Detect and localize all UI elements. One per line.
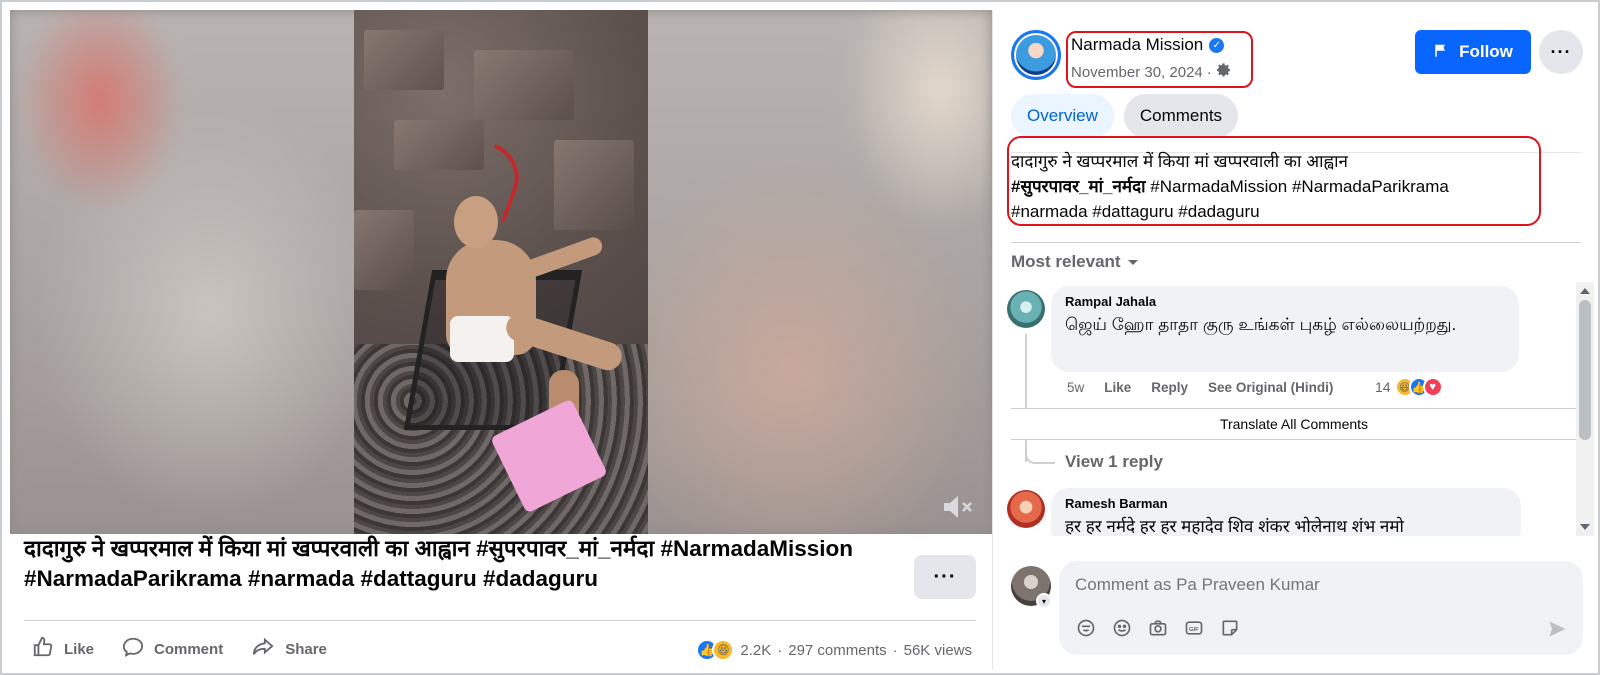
follow-button[interactable]: Follow [1415, 30, 1531, 74]
thread-line [1025, 334, 1027, 462]
post-viewer-frame: दादागुरु ने खप्परमाल में किया मां खप्परव… [0, 0, 1600, 675]
comment-sort-dropdown[interactable]: Most relevant [1011, 252, 1139, 272]
divider [1011, 242, 1581, 243]
like-label: Like [64, 640, 95, 658]
like-icon [32, 636, 54, 662]
sort-label: Most relevant [1011, 252, 1121, 271]
comment-count[interactable]: 297 comments [788, 642, 886, 659]
avatar-sticker-icon[interactable] [1075, 617, 1097, 639]
send-icon[interactable] [1547, 619, 1567, 644]
highlight-box-description [1007, 136, 1541, 226]
separator-dot: · [892, 641, 898, 659]
avatar[interactable] [1007, 490, 1045, 528]
post-stats: 👍 😆 2.2K · 297 comments · 56K views [696, 639, 972, 661]
tab-bar: Overview Comments [1011, 94, 1239, 138]
comment-button[interactable]: Comment [122, 636, 223, 662]
follow-label: Follow [1459, 42, 1513, 61]
page-name-text: Narmada Mission [1071, 35, 1204, 54]
post-sidebar: Narmada Mission ✓ November 30, 2024 · Fo… [992, 10, 1594, 670]
scroll-thumb[interactable] [1579, 300, 1591, 440]
composer-toolbar: GIF [1075, 617, 1241, 639]
post-date-text[interactable]: November 30, 2024 [1071, 64, 1203, 81]
comment-reply-button[interactable]: Reply [1151, 380, 1188, 395]
tab-comments[interactable]: Comments [1123, 94, 1239, 138]
separator-dot: · [777, 641, 783, 659]
share-button[interactable]: Share [251, 636, 327, 662]
camera-icon[interactable] [1147, 617, 1169, 639]
haha-reaction-icon: 😆 [712, 639, 735, 661]
scroll-up-icon[interactable] [1580, 288, 1590, 294]
comments-list[interactable]: Rampal Jahala ஜெய் ஹோ தாதா குரு உங்கள் ப… [993, 282, 1595, 536]
chevron-down-icon[interactable]: ▾ [1036, 593, 1052, 609]
comment-time[interactable]: 5w [1067, 380, 1084, 395]
page-avatar[interactable] [1011, 30, 1061, 80]
share-label: Share [285, 640, 327, 658]
commenter-name[interactable]: Rampal Jahala [1065, 294, 1505, 309]
page-name[interactable]: Narmada Mission ✓ [1071, 35, 1225, 55]
reaction-icons[interactable]: 👍 😆 [696, 639, 735, 661]
comment-text: ஜெய் ஹோ தாதா குரு உங்கள் புகழ் எல்லையற்ற… [1065, 315, 1457, 334]
comment-like-button[interactable]: Like [1104, 380, 1131, 395]
comment-reaction-count: 14 [1375, 379, 1391, 395]
video-frame [354, 10, 648, 534]
avatar[interactable] [1007, 290, 1045, 328]
comment-composer: GIF [1059, 561, 1583, 655]
comment-reactions[interactable]: 14 😆 👍 ♥ [1375, 377, 1443, 397]
mute-icon[interactable] [940, 492, 974, 522]
love-reaction-icon: ♥ [1422, 377, 1443, 397]
gif-icon[interactable]: GIF [1183, 617, 1205, 639]
video-player[interactable] [10, 10, 992, 534]
post-date: November 30, 2024 · [1071, 62, 1232, 82]
comments-scrollbar[interactable] [1576, 282, 1594, 536]
sticker-icon[interactable] [1219, 617, 1241, 639]
post-more-button[interactable]: ··· [914, 555, 976, 599]
caret-down-icon [1127, 252, 1139, 272]
comment-icon [122, 636, 144, 662]
translate-all-comments-button[interactable]: Translate All Comments [1011, 408, 1577, 440]
divider [24, 620, 976, 621]
comment-bubble: Ramesh Barman हर हर नर्मदे हर हर महादेव … [1051, 488, 1521, 536]
commenter-name[interactable]: Ramesh Barman [1065, 496, 1507, 511]
verified-badge-icon: ✓ [1209, 37, 1225, 53]
reaction-icons: 😆 👍 ♥ [1394, 377, 1443, 397]
view-replies-link[interactable]: View 1 reply [1065, 452, 1163, 472]
tab-overview[interactable]: Overview [1011, 94, 1114, 138]
see-original-link[interactable]: See Original (Hindi) [1208, 380, 1333, 395]
gear-icon [1216, 62, 1232, 82]
comment-label: Comment [154, 640, 224, 658]
scroll-down-icon[interactable] [1580, 524, 1590, 530]
comment-text: हर हर नर्मदे हर हर महादेव शिव शंकर भोलेन… [1065, 517, 1404, 536]
comment-bubble: Rampal Jahala ஜெய் ஹோ தாதா குரு உங்கள் ப… [1051, 286, 1519, 372]
more-options-button[interactable]: ··· [1539, 30, 1583, 74]
post-title: दादागुरु ने खप्परमाल में किया मां खप्परव… [24, 536, 854, 591]
comment-input[interactable] [1075, 575, 1555, 595]
reaction-count[interactable]: 2.2K [740, 642, 771, 659]
share-icon [251, 636, 275, 662]
comment-meta: 5w Like Reply See Original (Hindi) [1067, 380, 1333, 395]
emoji-icon[interactable] [1111, 617, 1133, 639]
post-actions: Like Comment Share [32, 636, 327, 662]
view-count: 56K views [903, 641, 972, 659]
separator-dot: · [1206, 63, 1212, 81]
follow-icon [1433, 41, 1451, 64]
like-button[interactable]: Like [32, 636, 94, 662]
thread-connector [1025, 444, 1055, 464]
svg-text:GIF: GIF [1189, 627, 1199, 633]
